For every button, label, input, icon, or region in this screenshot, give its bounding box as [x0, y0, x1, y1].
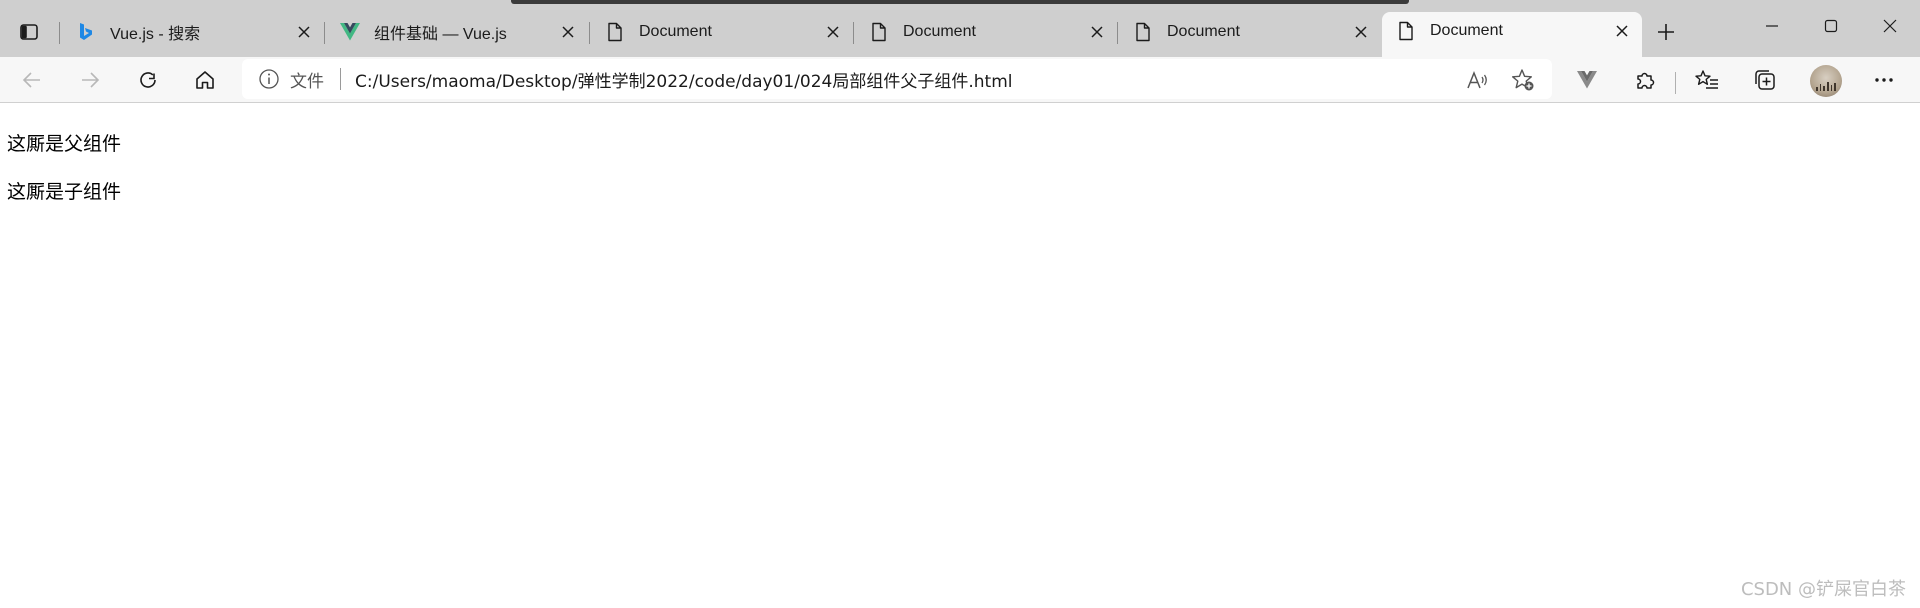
toolbar-separator — [1675, 72, 1676, 94]
tab-separator — [324, 22, 325, 44]
tab-vuejs-search[interactable]: Vue.js - 搜索 — [62, 14, 324, 50]
close-icon — [827, 26, 839, 38]
tab-actions-button[interactable] — [8, 14, 50, 50]
watermark: CSDN @铲屎官白茶 — [1740, 579, 1906, 600]
window-close-button[interactable] — [1862, 6, 1918, 46]
minimize-button[interactable] — [1744, 6, 1800, 46]
settings-more-button[interactable] — [1864, 61, 1904, 99]
arrow-right-icon — [82, 72, 100, 88]
plus-icon — [1658, 24, 1674, 40]
maximize-icon — [1824, 19, 1838, 33]
close-icon — [1616, 24, 1628, 37]
tab-strip: Vue.js - 搜索 组件基础 — Vue.js Document Docum… — [0, 0, 1920, 57]
favorites-button[interactable] — [1687, 61, 1727, 99]
tab-title: Document — [1167, 23, 1240, 40]
tab-document-2[interactable]: Document — [855, 14, 1117, 50]
more-icon — [1875, 78, 1893, 82]
vue-devtools-icon — [1577, 71, 1597, 89]
puzzle-icon — [1637, 72, 1655, 89]
extensions-button[interactable] — [1625, 61, 1665, 99]
avatar-image — [1816, 81, 1837, 91]
close-icon — [562, 26, 574, 38]
collections-icon — [1755, 70, 1775, 90]
close-icon — [1091, 26, 1103, 38]
new-tab-button[interactable] — [1648, 17, 1684, 47]
home-button[interactable] — [185, 61, 225, 99]
tab-close-button[interactable] — [1083, 18, 1111, 46]
minimize-icon — [1766, 25, 1778, 27]
bing-icon — [76, 22, 96, 42]
home-icon — [196, 71, 214, 89]
tab-close-button[interactable] — [1608, 17, 1636, 45]
address-bar[interactable]: 文件 C:/Users/maoma/Desktop/弹性学制2022/code/… — [242, 59, 1552, 99]
document-icon — [605, 22, 625, 42]
forward-button[interactable] — [70, 61, 110, 99]
tab-document-1[interactable]: Document — [591, 14, 853, 50]
tab-title: Document — [639, 23, 712, 40]
tab-title: Document — [1430, 21, 1503, 39]
tab-separator — [589, 22, 590, 44]
tab-close-button[interactable] — [554, 18, 582, 46]
tab-separator — [59, 22, 60, 44]
info-icon[interactable] — [258, 68, 280, 90]
close-icon — [1355, 26, 1367, 38]
document-icon — [869, 22, 889, 42]
refresh-button[interactable] — [128, 61, 168, 99]
collections-button[interactable] — [1745, 61, 1785, 99]
add-favorite-icon[interactable] — [1510, 67, 1536, 93]
back-button[interactable] — [12, 61, 52, 99]
window-drag-bar[interactable] — [511, 0, 1409, 4]
tab-title: 组件基础 — Vue.js — [374, 26, 507, 43]
parent-component-text: 这厮是父组件 — [7, 133, 122, 155]
url-text[interactable]: C:/Users/maoma/Desktop/弹性学制2022/code/day… — [355, 67, 1013, 92]
vue-devtools-extension[interactable] — [1567, 61, 1607, 99]
tab-document-active[interactable]: Document — [1382, 12, 1642, 57]
address-divider — [340, 68, 341, 90]
maximize-button[interactable] — [1803, 6, 1859, 46]
read-aloud-icon[interactable] — [1465, 67, 1491, 93]
tab-vue-components[interactable]: 组件基础 — Vue.js — [326, 14, 588, 50]
tab-separator — [853, 22, 854, 44]
tab-close-button[interactable] — [290, 18, 318, 46]
document-icon — [1396, 21, 1416, 41]
site-label: 文件 — [290, 71, 324, 92]
document-icon — [1133, 22, 1153, 42]
tab-document-3[interactable]: Document — [1119, 14, 1381, 50]
close-icon — [298, 26, 310, 38]
tab-actions-icon — [20, 24, 38, 40]
favorites-list-icon — [1695, 70, 1718, 89]
tab-close-button[interactable] — [1347, 18, 1375, 46]
close-icon — [1883, 19, 1897, 33]
tab-title: Document — [903, 23, 976, 40]
profile-avatar[interactable] — [1810, 65, 1842, 97]
child-component-text: 这厮是子组件 — [7, 181, 122, 203]
arrow-left-icon — [22, 72, 40, 88]
tab-close-button[interactable] — [819, 18, 847, 46]
vue-icon — [340, 22, 360, 42]
page-content: 这厮是父组件 这厮是子组件 CSDN @铲屎官白茶 — [0, 104, 1920, 608]
tab-title: Vue.js - 搜索 — [110, 26, 201, 43]
browser-toolbar: 文件 C:/Users/maoma/Desktop/弹性学制2022/code/… — [0, 57, 1920, 103]
refresh-icon — [140, 72, 156, 88]
tab-separator — [1117, 22, 1118, 44]
